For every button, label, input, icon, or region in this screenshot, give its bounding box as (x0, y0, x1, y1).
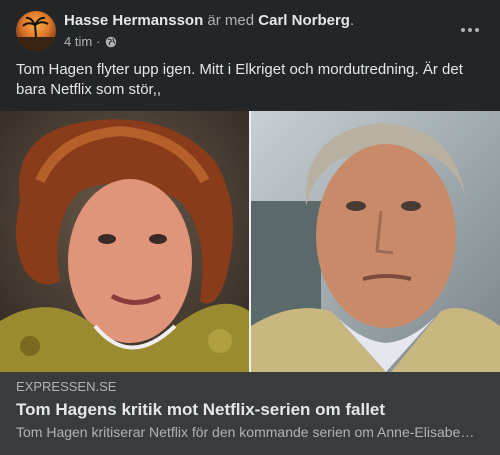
link-description: Tom Hagen kritiserar Netflix för den kom… (16, 424, 476, 440)
post-meta: 4 tim · (64, 34, 117, 49)
link-title[interactable]: Tom Hagens kritik mot Netflix-serien om … (16, 400, 385, 420)
author-avatar[interactable] (16, 11, 56, 51)
photo-man (251, 111, 500, 372)
period: . (349, 12, 355, 29)
more-horizontal-icon (461, 28, 465, 32)
link-preview[interactable]: EXPRESSEN.SE Tom Hagens kritik mot Netfl… (0, 372, 500, 455)
globe-icon[interactable] (105, 36, 117, 48)
palm-tree-icon (16, 16, 56, 51)
meta-separator: · (96, 34, 101, 49)
author-line: Hasse Hermansson är med Carl Norberg. (64, 12, 354, 29)
tagged-name[interactable]: Carl Norberg (258, 12, 350, 29)
more-options-button[interactable] (456, 16, 484, 44)
post-text: Tom Hagen flyter upp igen. Mitt i Elkrig… (16, 61, 463, 98)
with-text: är med (203, 12, 259, 29)
author-name[interactable]: Hasse Hermansson (64, 12, 203, 29)
photo-woman (0, 111, 249, 372)
link-image[interactable] (0, 111, 500, 372)
post-time[interactable]: 4 tim (64, 34, 92, 49)
link-source: EXPRESSEN.SE (16, 379, 117, 394)
feed-post: Hasse Hermansson är med Carl Norberg. 4 … (0, 0, 500, 455)
post-header: Hasse Hermansson är med Carl Norberg. 4 … (16, 10, 484, 54)
